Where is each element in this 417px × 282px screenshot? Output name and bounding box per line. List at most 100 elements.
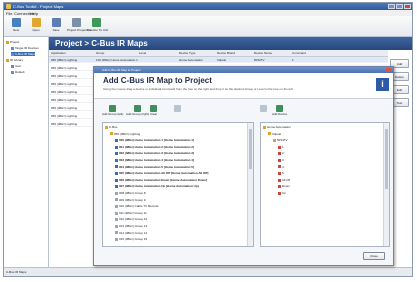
node-icon: [268, 132, 271, 136]
cbus-group-tree[interactable]: C-Bus 056 (38Hz) Lighting 000 (38Hz) Home …: [102, 122, 254, 247]
left-tree-item[interactable]: 006 (38Hz) Home Automation Down [Home Au…: [115, 178, 207, 182]
left-tree-label: 008 (38Hz) Group 8: [119, 191, 146, 195]
properties-icon: [71, 18, 81, 27]
left-tree-label: 010 (38Hz) Cable TV Remote: [119, 204, 159, 209]
column-header[interactable]: Device Type: [179, 51, 195, 55]
left-tree-item[interactable]: 005 (38Hz) Home Automation All Off [Home…: [115, 171, 208, 175]
tree-item[interactable]: IR Library: [6, 58, 23, 62]
toolbar-button-4[interactable]: Transfer To Unit: [87, 18, 109, 34]
left-tree-item[interactable]: 002 (38Hz) Home Automation 3 [Home Autom…: [115, 151, 194, 155]
toolbar-label: Project Properties: [67, 28, 91, 32]
close-button[interactable]: Close: [363, 252, 385, 260]
right_toolbar-button-1[interactable]: Add Device: [272, 105, 287, 116]
left-tree-item[interactable]: 004 (38Hz) Home Automation 5 [Home Autom…: [115, 165, 194, 169]
left-tree-item[interactable]: C-Bus: [105, 125, 117, 129]
left-scrollbar[interactable]: [247, 123, 253, 246]
tree-item-label: Default: [15, 70, 25, 74]
maximize-button[interactable]: [396, 4, 403, 9]
tree-item[interactable]: User: [11, 64, 21, 68]
right-tree-item[interactable]: 5034TV: [273, 138, 288, 142]
left-tree-item[interactable]: 012 (38Hz) Group 12: [115, 217, 147, 221]
library-icon: [6, 58, 9, 62]
column-header[interactable]: Group: [96, 51, 104, 55]
right-tree-item[interactable]: 4: [278, 165, 284, 169]
left-toolbar: Add Group (left) Add Group (right) Clear: [102, 105, 262, 120]
table-row[interactable]: 056 (38Hz) Lighting 110 (38Hz) Home Autom…: [49, 57, 388, 63]
right-tree-item[interactable]: 3: [278, 158, 284, 162]
left_toolbar-label: Add Group (right): [126, 112, 150, 116]
right-tree-item[interactable]: 2: [278, 151, 284, 155]
right-tree-item[interactable]: All Off: [278, 178, 290, 182]
left-tree-label: 004 (38Hz) Home Automation 5 [Home Autom…: [119, 164, 194, 169]
right_toolbar-button-0[interactable]: [260, 105, 267, 112]
toolbar-label: Transfer To Unit: [87, 28, 109, 32]
left-tree-label: 013 (38Hz) Group 13: [119, 224, 148, 228]
left-tree-item[interactable]: 056 (38Hz) Lighting: [110, 132, 140, 136]
right-tree-item[interactable]: 5: [278, 171, 284, 175]
right-scrollbar[interactable]: [383, 123, 389, 246]
left_toolbar-label: Add Group (left): [102, 112, 124, 116]
left_toolbar-button-1[interactable]: Add Group (right): [126, 105, 149, 116]
column-header[interactable]: Level: [139, 51, 146, 55]
panel-splitter[interactable]: [255, 122, 259, 247]
tree-item[interactable]: Target IR Devices: [11, 46, 39, 50]
left-tree-item[interactable]: 010 (38Hz) Cable TV Remote: [115, 204, 158, 208]
map-icon: [11, 52, 14, 56]
left_toolbar-button-3[interactable]: [174, 105, 181, 112]
tree-item-label: Target IR Devices: [15, 46, 39, 50]
right-tree-item[interactable]: Up: [278, 191, 286, 195]
tree-item[interactable]: Default: [11, 70, 25, 74]
table-cell: 110 (38Hz) Home Automation 1: [96, 58, 138, 62]
scroll-thumb[interactable]: [249, 129, 252, 169]
toolbar-button-1[interactable]: Open: [27, 18, 45, 34]
status-bar: C-Bus IR Maps: [4, 267, 412, 276]
right-tree-item[interactable]: Home Automation: [263, 125, 291, 129]
node-icon: [115, 178, 118, 182]
tree-item[interactable]: Project: [6, 40, 19, 44]
column-header[interactable]: Application: [51, 51, 66, 55]
left-tree-item[interactable]: 013 (38Hz) Group 13: [115, 224, 147, 228]
transfer-icon: [91, 18, 101, 27]
ir-device-tree[interactable]: Home Automation Clipsal 5034TV 1 2 3 4 5 All Off…: [260, 122, 390, 247]
tree-item-label: Project: [10, 40, 20, 44]
scroll-thumb[interactable]: [385, 129, 388, 189]
left-tree-item[interactable]: 011 (38Hz) Group 11: [115, 211, 147, 215]
close-window-button[interactable]: [404, 4, 411, 9]
node-icon: [115, 224, 118, 228]
left-tree-item[interactable]: 015 (38Hz) Group 15: [115, 237, 147, 241]
right-tree-item[interactable]: 1: [278, 145, 284, 149]
toolbar-label: New: [12, 28, 19, 32]
left-tree-item[interactable]: 000 (38Hz) Home Automation 1 [Home Autom…: [115, 138, 194, 142]
left-tree-item[interactable]: 003 (38Hz) Home Automation 4 [Home Autom…: [115, 158, 194, 162]
left-tree-item[interactable]: 009 (38Hz) Group 9: [115, 198, 146, 202]
toolbar-button-3[interactable]: Project Properties: [67, 18, 91, 34]
toolbar-button-2[interactable]: Save: [47, 18, 65, 34]
right-tree-label: 5034TV: [277, 138, 288, 143]
left_toolbar-button-0[interactable]: Add Group (left): [102, 105, 123, 116]
node-icon: [115, 218, 118, 222]
table-cell: 056 (38Hz) Lighting: [51, 66, 78, 70]
right-tree-label: 2: [282, 151, 284, 156]
left-tree-item[interactable]: 007 (38Hz) Home Automation Up [Home Auto…: [115, 184, 199, 188]
table-cell: 056 (38Hz) Lighting: [51, 114, 78, 118]
left-tree-item[interactable]: 001 (38Hz) Home Automation 2 [Home Autom…: [115, 145, 194, 149]
right-tree-item[interactable]: Clipsal: [268, 132, 281, 136]
dialog-close-icon[interactable]: [386, 68, 391, 72]
tree-item[interactable]: C-Bus IR Maps: [11, 52, 36, 56]
save-icon: [51, 18, 61, 27]
right-tree-item[interactable]: Down: [278, 184, 290, 188]
toolbar-button-0[interactable]: New: [7, 18, 25, 34]
column-header[interactable]: Command: [292, 51, 306, 55]
table-cell: 056 (38Hz) Lighting: [51, 122, 78, 126]
left_toolbar-button-2[interactable]: Clear: [150, 105, 157, 116]
left-tree-label: 012 (38Hz) Group 12: [119, 217, 148, 222]
left-tree-label: 015 (38Hz) Group 15: [119, 237, 148, 242]
left-tree-label: 002 (38Hz) Home Automation 3 [Home Autom…: [119, 151, 194, 156]
minimize-button[interactable]: [388, 4, 395, 9]
left-tree-item[interactable]: 014 (38Hz) Group 14: [115, 231, 147, 235]
left-tree-item[interactable]: 008 (38Hz) Group 8: [115, 191, 146, 195]
node-icon: [115, 198, 118, 202]
column-header[interactable]: Device Name: [254, 51, 272, 55]
column-header[interactable]: Device Brand: [217, 51, 235, 55]
left-tree-label: 001 (38Hz) Home Automation 2 [Home Autom…: [119, 144, 194, 149]
